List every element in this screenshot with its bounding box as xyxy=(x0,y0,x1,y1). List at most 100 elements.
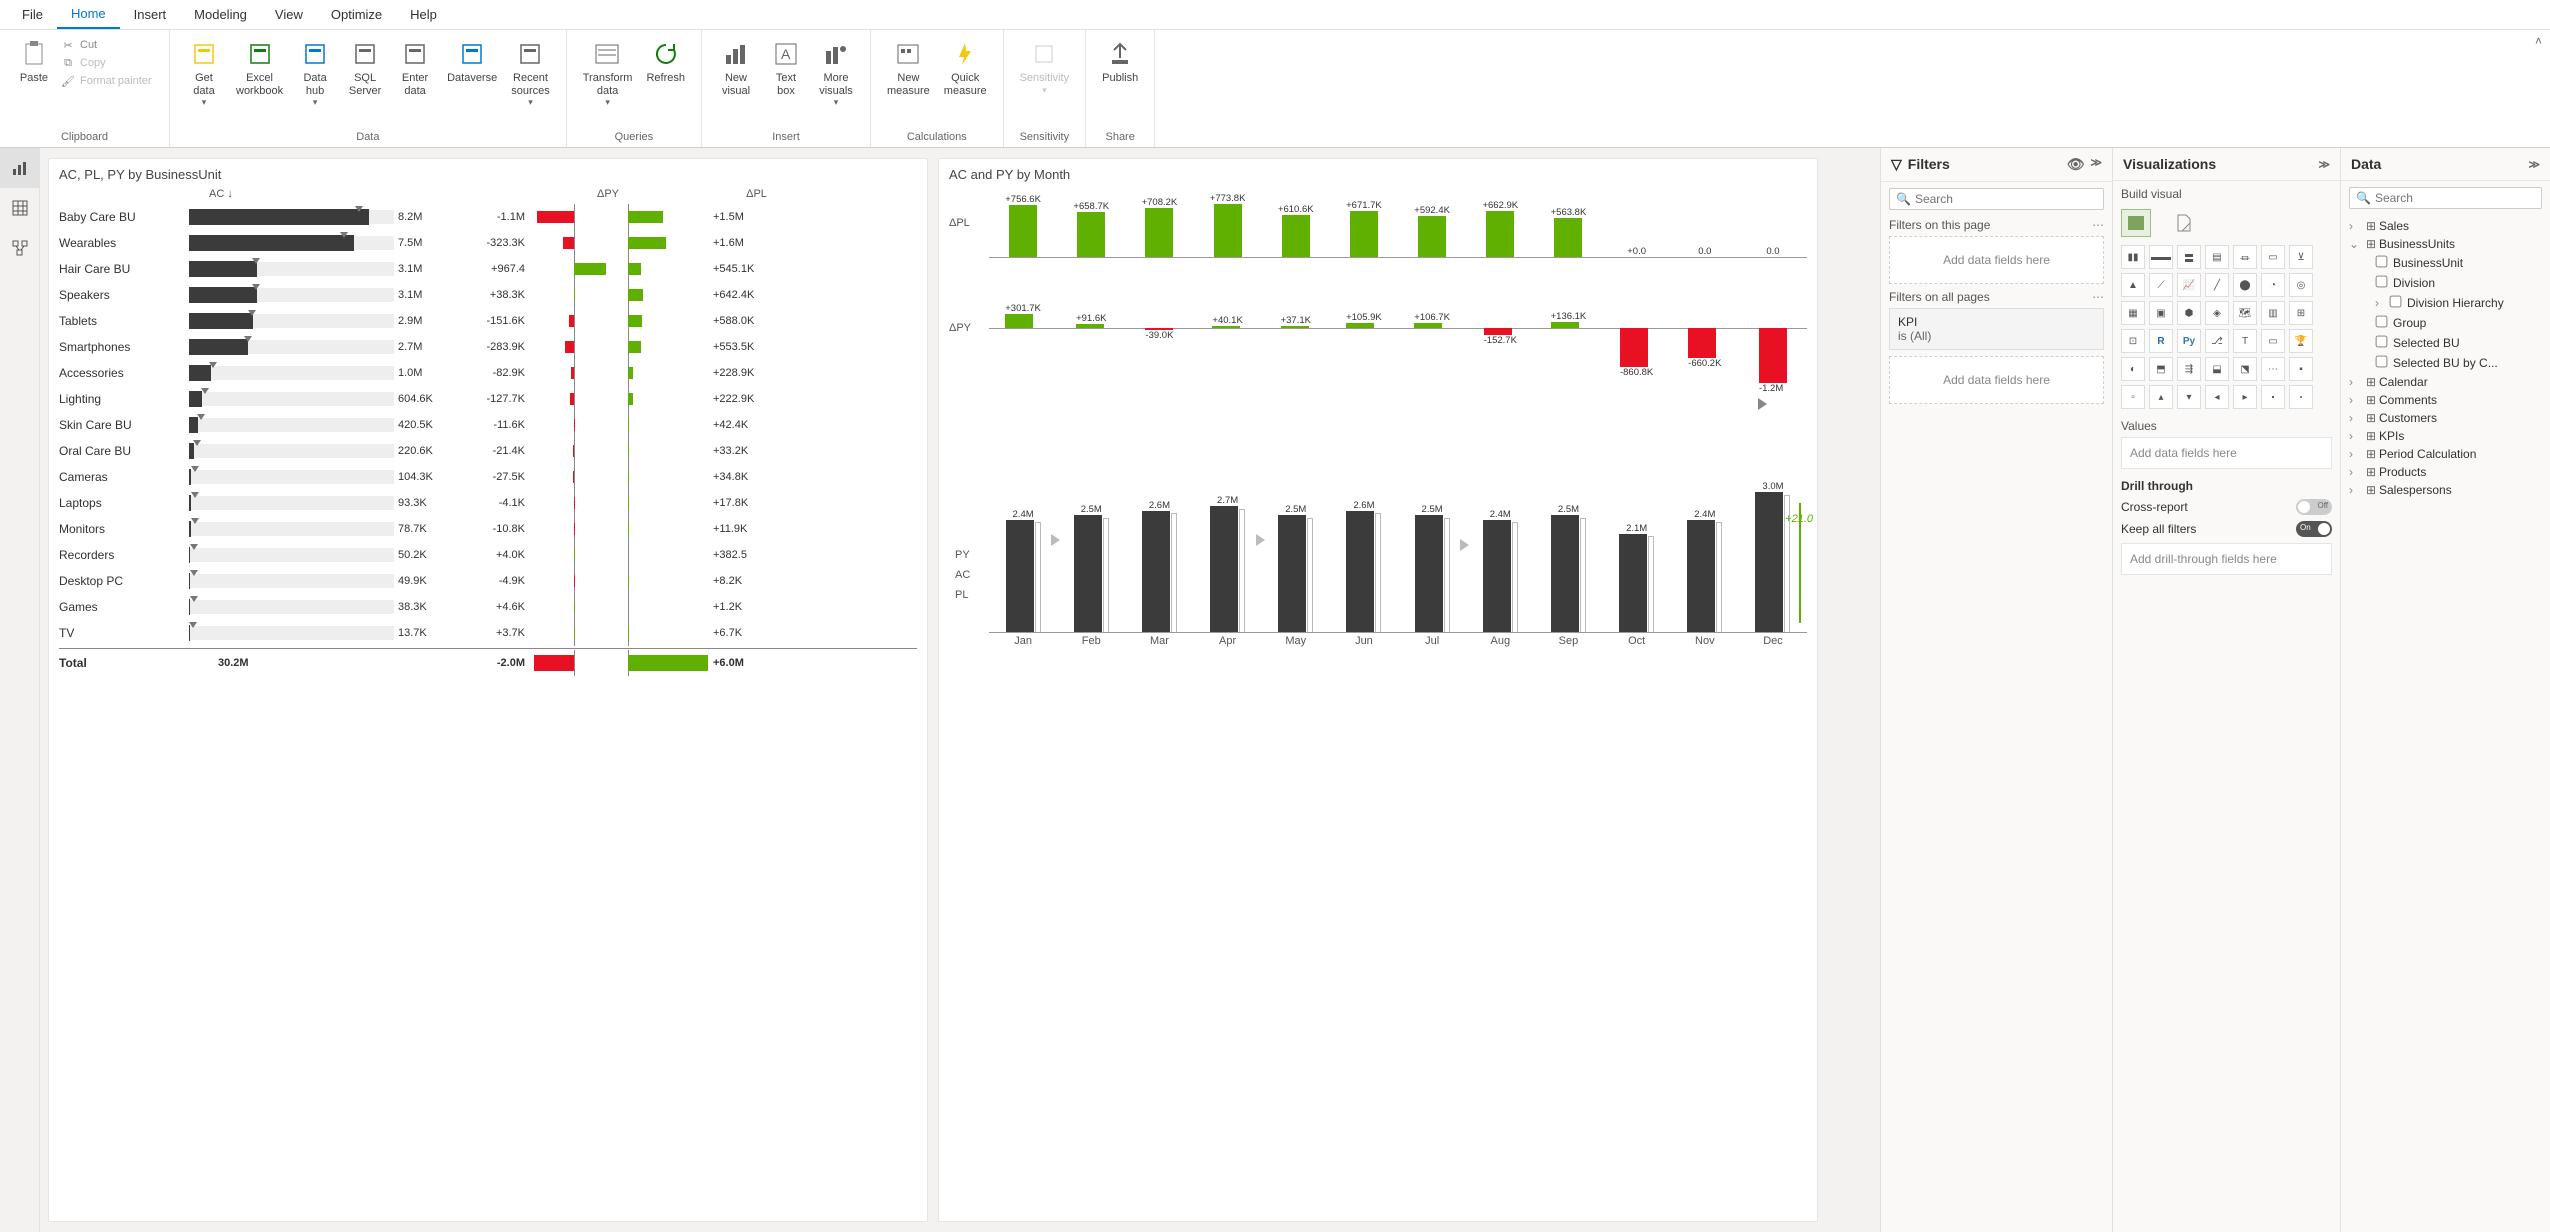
viz-type-31[interactable]: ⬓ xyxy=(2205,357,2229,381)
more-visuals-button[interactable]: More visuals▾ xyxy=(812,34,860,112)
new-visual-button[interactable]: New visual xyxy=(712,34,760,112)
viz-type-19[interactable]: ▥ xyxy=(2261,301,2285,325)
viz-type-30[interactable]: ⇶ xyxy=(2177,357,2201,381)
table-products[interactable]: ›⊞Products xyxy=(2349,463,2542,481)
expand-icon[interactable]: › xyxy=(2349,393,2363,407)
menu-file[interactable]: File xyxy=(8,1,57,28)
model-view-button[interactable] xyxy=(0,228,40,268)
viz-type-27[interactable]: 🏆 xyxy=(2289,329,2313,353)
viz-type-32[interactable]: ⬔ xyxy=(2233,357,2257,381)
keep-filters-toggle[interactable]: On xyxy=(2296,521,2332,537)
quick-measure-button[interactable]: Quick measure xyxy=(938,34,993,101)
sql-server-button[interactable]: SQL Server xyxy=(341,34,389,112)
viz-type-26[interactable]: ▭ xyxy=(2261,329,2285,353)
transform-data-button[interactable]: Transform data▾ xyxy=(577,34,639,112)
field-checkbox[interactable] xyxy=(2376,276,2388,288)
table-kpis[interactable]: ›⊞KPIs xyxy=(2349,427,2542,445)
data-hub-button[interactable]: Data hub▾ xyxy=(291,34,339,112)
cross-report-toggle[interactable]: Off xyxy=(2296,499,2332,515)
viz-type-10[interactable]: ╱ xyxy=(2205,273,2229,297)
field-checkbox[interactable] xyxy=(2376,336,2388,348)
table-comments[interactable]: ›⊞Comments xyxy=(2349,391,2542,409)
visual-monthly[interactable]: AC and PY by Month ΔPL +756.6K+658.7K+70… xyxy=(938,158,1818,1222)
filters-search[interactable]: 🔍 xyxy=(1889,188,2104,210)
recent-sources-button[interactable]: Recent sources▾ xyxy=(505,34,556,112)
bu-row[interactable]: Oral Care BU 220.6K -21.4K +33.2K xyxy=(59,438,917,464)
collapse-button[interactable]: ≫ xyxy=(2090,156,2102,173)
filter-card-kpi[interactable]: KPI is (All) xyxy=(1889,308,2104,350)
field-checkbox[interactable] xyxy=(2390,296,2402,308)
bu-row[interactable]: Desktop PC 49.9K -4.9K +8.2K xyxy=(59,568,917,594)
bu-row[interactable]: Recorders 50.2K +4.0K +382.5 xyxy=(59,542,917,568)
excel-workbook-button[interactable]: Excel workbook xyxy=(230,34,289,112)
menu-optimize[interactable]: Optimize xyxy=(317,1,396,28)
drillthrough-well[interactable]: Add drill-through fields here xyxy=(2121,543,2332,575)
table-salespersons[interactable]: ›⊞Salespersons xyxy=(2349,481,2542,499)
bu-row[interactable]: Games 38.3K +4.6K +1.2K xyxy=(59,594,917,620)
bu-row[interactable]: TV 13.7K +3.7K +6.7K xyxy=(59,620,917,646)
viz-type-15[interactable]: ▣ xyxy=(2149,301,2173,325)
viz-type-18[interactable]: 🗺 xyxy=(2233,301,2257,325)
viz-type-39[interactable]: ▸ xyxy=(2233,385,2257,409)
field-row[interactable]: Selected BU xyxy=(2349,333,2542,353)
menu-view[interactable]: View xyxy=(261,1,317,28)
bu-row[interactable]: Monitors 78.7K -10.8K +11.9K xyxy=(59,516,917,542)
get-data-button[interactable]: Get data▾ xyxy=(180,34,228,112)
table-customers[interactable]: ›⊞Customers xyxy=(2349,409,2542,427)
dataverse-button[interactable]: Dataverse xyxy=(441,34,503,112)
viz-type-14[interactable]: ▦ xyxy=(2121,301,2145,325)
bu-row[interactable]: Skin Care BU 420.5K -11.6K +42.4K xyxy=(59,412,917,438)
values-well[interactable]: Add data fields here xyxy=(2121,437,2332,469)
viz-type-20[interactable]: ⊞ xyxy=(2289,301,2313,325)
viz-type-37[interactable]: ▾ xyxy=(2177,385,2201,409)
table-sales[interactable]: ›⊞Sales xyxy=(2349,217,2542,235)
publish-button[interactable]: Publish xyxy=(1096,34,1144,89)
viz-type-36[interactable]: ▴ xyxy=(2149,385,2173,409)
viz-type-40[interactable]: ⬝ xyxy=(2261,385,2285,409)
field-row[interactable]: Division xyxy=(2349,273,2542,293)
text-box-button[interactable]: AText box xyxy=(762,34,810,112)
visual-bu-breakdown[interactable]: AC, PL, PY by BusinessUnit AC ↓ ΔPY ΔPL … xyxy=(48,158,928,1222)
bu-row[interactable]: Hair Care BU 3.1M +967.4 +545.1K xyxy=(59,256,917,282)
expand-icon[interactable]: › xyxy=(2349,429,2363,443)
expand-icon[interactable]: › xyxy=(2349,375,2363,389)
viz-type-22[interactable]: R xyxy=(2149,329,2173,353)
more-icon[interactable]: ⋯ xyxy=(2092,218,2104,232)
ribbon-collapse-button[interactable]: ˄ xyxy=(2527,30,2550,52)
bu-row[interactable]: Speakers 3.1M +38.3K +642.4K xyxy=(59,282,917,308)
field-row[interactable]: ›Division Hierarchy xyxy=(2349,293,2542,313)
bu-row[interactable]: Lighting 604.6K -127.7K +222.9K xyxy=(59,386,917,412)
viz-type-9[interactable]: 📈 xyxy=(2177,273,2201,297)
expand-icon[interactable]: › xyxy=(2349,447,2363,461)
viz-type-21[interactable]: ⊡ xyxy=(2121,329,2145,353)
table-view-button[interactable] xyxy=(0,188,40,228)
viz-type-25[interactable]: T xyxy=(2233,329,2257,353)
collapse-button[interactable]: ≫ xyxy=(2318,158,2330,171)
table-calendar[interactable]: ›⊞Calendar xyxy=(2349,373,2542,391)
viz-type-0[interactable]: ▮▮ xyxy=(2121,245,2145,269)
viz-type-13[interactable]: ◎ xyxy=(2289,273,2313,297)
field-row[interactable]: BusinessUnit xyxy=(2349,253,2542,273)
more-icon[interactable]: ⋯ xyxy=(2092,290,2104,304)
enter-data-button[interactable]: Enter data xyxy=(391,34,439,112)
expand-icon[interactable]: › xyxy=(2375,296,2389,310)
collapse-button[interactable]: ≫ xyxy=(2528,158,2540,171)
menu-home[interactable]: Home xyxy=(57,0,120,29)
viz-type-4[interactable]: ⏛ xyxy=(2233,245,2257,269)
expand-icon[interactable]: ⌄ xyxy=(2349,237,2363,251)
menu-insert[interactable]: Insert xyxy=(120,1,181,28)
viz-type-17[interactable]: ◈ xyxy=(2205,301,2229,325)
filters-page-well[interactable]: Add data fields here xyxy=(1889,236,2104,284)
expand-icon[interactable]: › xyxy=(2349,465,2363,479)
play-icon[interactable] xyxy=(1758,398,1767,410)
viz-type-38[interactable]: ◂ xyxy=(2205,385,2229,409)
field-checkbox[interactable] xyxy=(2376,256,2388,268)
viz-type-12[interactable]: ◔ xyxy=(2261,273,2285,297)
viz-type-1[interactable]: ▬▬ xyxy=(2149,245,2173,269)
bu-row[interactable]: Wearables 7.5M -323.3K +1.6M xyxy=(59,230,917,256)
viz-type-16[interactable]: ⬢ xyxy=(2177,301,2201,325)
viz-type-23[interactable]: Py xyxy=(2177,329,2201,353)
report-view-button[interactable] xyxy=(0,148,40,188)
table-businessunits[interactable]: ⌄⊞BusinessUnits xyxy=(2349,235,2542,253)
viz-type-24[interactable]: ⎇ xyxy=(2205,329,2229,353)
